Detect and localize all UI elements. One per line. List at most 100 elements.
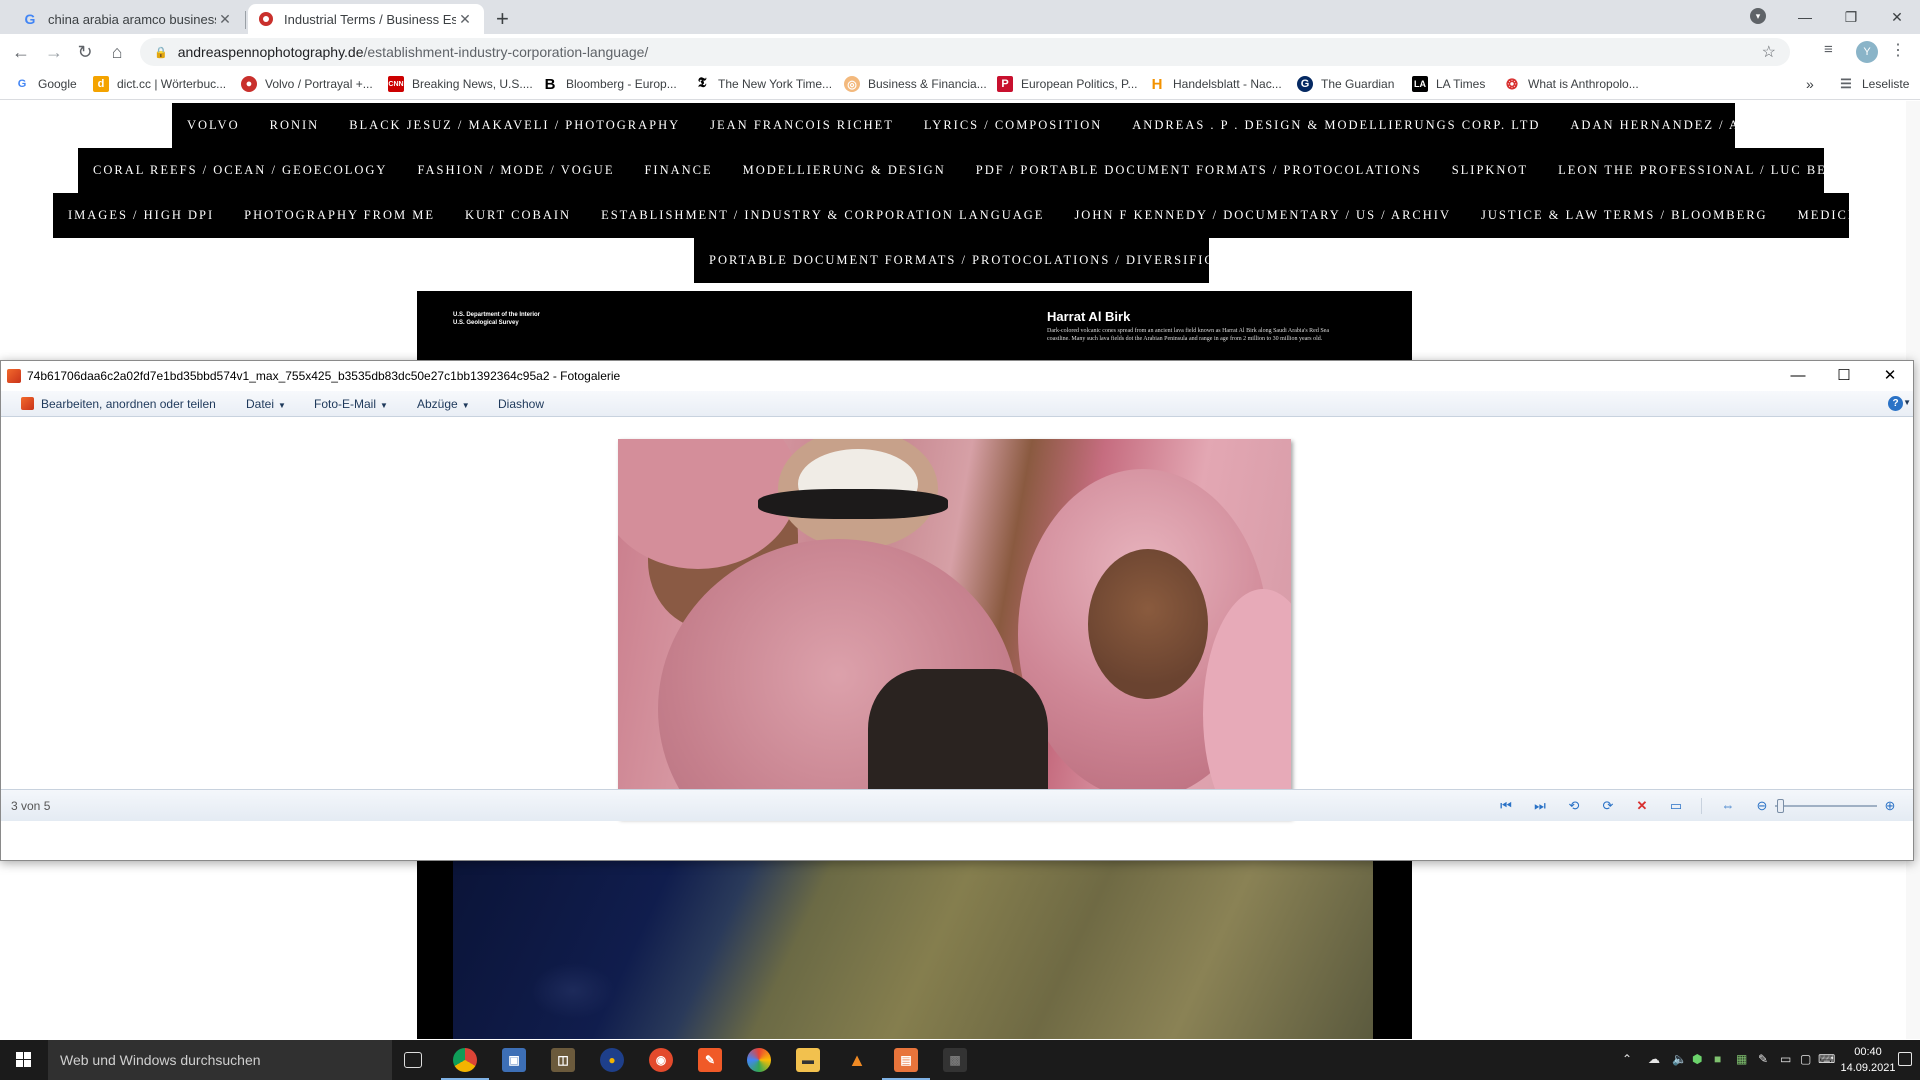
bookmarks-overflow-button[interactable]: »: [1806, 76, 1814, 92]
taskbar-clock[interactable]: 00:40 14.09.2021: [1840, 1044, 1896, 1076]
network-drive-icon[interactable]: ☁: [1648, 1052, 1660, 1066]
notification-icon[interactable]: [1898, 1052, 1912, 1066]
pdf-reader-icon[interactable]: ✎: [698, 1048, 722, 1072]
bookmark-volvo[interactable]: ● Volvo / Portrayal +...: [241, 76, 373, 92]
rotate-right-icon[interactable]: ⟳: [1599, 797, 1617, 815]
next-icon[interactable]: ⏭: [1531, 797, 1549, 815]
photo-gallery-icon[interactable]: ▤: [882, 1048, 930, 1080]
volume-icon[interactable]: 🔈: [1672, 1052, 1687, 1066]
bookmark-business[interactable]: ◎ Business & Financia...: [844, 76, 987, 92]
home-icon[interactable]: ⌂: [106, 41, 128, 63]
zoom-slider-thumb[interactable]: [1776, 799, 1784, 813]
bookmark-cnn[interactable]: CNN Breaking News, U.S....: [388, 76, 533, 92]
zoom-slider[interactable]: [1775, 805, 1877, 807]
bookmark-guardian[interactable]: G The Guardian: [1297, 76, 1394, 92]
chrome-icon[interactable]: [441, 1048, 489, 1080]
back-icon[interactable]: ←: [10, 41, 32, 63]
shield-icon[interactable]: ⬢: [1692, 1052, 1702, 1066]
reading-list-button[interactable]: ☰ Leseliste: [1838, 76, 1909, 92]
site-nav-item[interactable]: VOLVO: [172, 103, 255, 148]
site-nav-item[interactable]: PORTABLE DOCUMENT FORMATS / PROTOCOLATIO…: [694, 238, 1277, 283]
site-nav-item[interactable]: LYRICS / COMPOSITION: [909, 103, 1117, 148]
nvidia-icon[interactable]: ■: [1714, 1052, 1721, 1066]
site-nav-item[interactable]: MODELLIERUNG & DESIGN: [728, 148, 961, 193]
minimize-icon[interactable]: —: [1782, 3, 1828, 31]
windows-start-icon[interactable]: [0, 1040, 48, 1080]
bookmark-latimes[interactable]: LA LA Times: [1412, 76, 1485, 92]
bookmark-bloomberg[interactable]: B Bloomberg - Europ...: [542, 76, 677, 93]
pen-icon[interactable]: ✎: [1758, 1052, 1768, 1066]
tab-search-icon[interactable]: ▾: [1750, 8, 1766, 24]
slideshow-icon[interactable]: ▭: [1667, 797, 1685, 815]
address-bar[interactable]: 🔒 andreaspennophotography.de/establishme…: [140, 38, 1790, 66]
site-nav-item[interactable]: FINANCE: [629, 148, 727, 193]
menu-dots-icon[interactable]: ⋮: [1890, 40, 1906, 60]
maximize-icon[interactable]: ☐: [1821, 361, 1867, 391]
avatar[interactable]: Y: [1856, 41, 1878, 63]
menu-edit[interactable]: Bearbeiten, anordnen oder teilen: [41, 397, 216, 411]
close-icon[interactable]: ✕: [1867, 361, 1913, 391]
menu-photo-email[interactable]: Foto-E-Mail ▼: [314, 397, 388, 411]
tab-active-site[interactable]: Industrial Terms / Business Establ ✕: [248, 4, 484, 34]
site-nav-item[interactable]: PHOTOGRAPHY FROM ME: [229, 193, 450, 238]
rotate-left-icon[interactable]: ⟲: [1565, 797, 1583, 815]
media-app-icon[interactable]: ◫: [551, 1048, 575, 1072]
site-nav-item[interactable]: JEAN FRANCOIS RICHET: [695, 103, 909, 148]
site-nav-item[interactable]: RONIN: [255, 103, 335, 148]
close-tab-icon[interactable]: ✕: [216, 11, 234, 28]
site-nav-item[interactable]: FASHION / MODE / VOGUE: [402, 148, 629, 193]
site-nav-item[interactable]: PDF / PORTABLE DOCUMENT FORMATS / PROTOC…: [961, 148, 1437, 193]
bookmark-dictcc[interactable]: d dict.cc | Wörterbuc...: [93, 76, 226, 92]
help-icon[interactable]: ?: [1888, 396, 1903, 411]
site-nav-item[interactable]: IMAGES / HIGH DPI: [53, 193, 229, 238]
bookmark-nyt[interactable]: 𝕿 The New York Time...: [694, 76, 832, 92]
power-icon[interactable]: ▭: [1780, 1052, 1791, 1066]
chat-icon[interactable]: ▢: [1800, 1052, 1811, 1066]
zoom-out-icon[interactable]: ⊖: [1753, 797, 1771, 815]
minimize-icon[interactable]: —: [1775, 361, 1821, 391]
fit-to-window-icon[interactable]: ⇔: [1719, 797, 1737, 815]
close-tab-icon[interactable]: ✕: [456, 11, 474, 28]
photo-viewer-icon[interactable]: ▣: [502, 1048, 526, 1072]
app-icon[interactable]: ▩: [943, 1048, 967, 1072]
delete-icon[interactable]: ✕: [1633, 797, 1651, 815]
bookmark-google[interactable]: G Google: [14, 76, 77, 92]
media-controls-icon[interactable]: ≡: [1824, 41, 1833, 58]
site-nav-item[interactable]: ANDREAS . P . DESIGN & MODELLIERUNGS COR…: [1117, 103, 1555, 148]
taskbar-search-box[interactable]: Web und Windows durchsuchen: [48, 1040, 392, 1080]
menu-file[interactable]: Datei ▼: [246, 397, 286, 411]
restore-icon[interactable]: ❐: [1828, 3, 1874, 31]
tab-google-search[interactable]: G china arabia aramco business sta ✕: [12, 4, 244, 34]
site-nav-item[interactable]: JUSTICE & LAW TERMS / BLOOMBERG: [1466, 193, 1783, 238]
new-tab-icon[interactable]: +: [496, 6, 509, 32]
keyboard-icon[interactable]: ⌨: [1818, 1052, 1835, 1066]
picasa-icon[interactable]: [747, 1048, 771, 1072]
browser-icon[interactable]: ◉: [649, 1048, 673, 1072]
status-icon[interactable]: ▦: [1736, 1052, 1747, 1066]
bookmark-politico[interactable]: P European Politics, P...: [997, 76, 1138, 92]
site-nav-item[interactable]: ADAN HERNANDEZ / AMERICA / WORKS / ARTS: [1555, 103, 1920, 148]
site-nav-item[interactable]: CORAL REEFS / OCEAN / GEOECOLOGY: [78, 148, 402, 193]
site-nav-item[interactable]: KURT COBAIN: [450, 193, 586, 238]
bookmark-handelsblatt[interactable]: H Handelsblatt - Nac...: [1149, 76, 1282, 93]
site-nav-item[interactable]: SLIPKNOT: [1437, 148, 1543, 193]
site-nav-item[interactable]: ESTABLISHMENT / INDUSTRY & CORPORATION L…: [586, 193, 1059, 238]
forward-icon[interactable]: →: [43, 41, 65, 63]
chevron-down-icon[interactable]: ▼: [1903, 398, 1911, 407]
app-icon[interactable]: ●: [600, 1048, 624, 1072]
close-window-icon[interactable]: ✕: [1874, 3, 1920, 31]
reload-icon[interactable]: ↻: [74, 41, 96, 63]
menu-slideshow[interactable]: Diashow: [498, 397, 544, 411]
vlc-icon[interactable]: ▲: [845, 1048, 869, 1072]
site-nav-item[interactable]: MEDICINE: [1783, 193, 1890, 238]
site-nav-item[interactable]: BLACK JESUZ / MAKAVELI / PHOTOGRAPHY: [334, 103, 695, 148]
site-nav-item[interactable]: LEON THE PROFESSIONAL / LUC BESSON / THE…: [1543, 148, 1920, 193]
bookmark-anthropology[interactable]: ❂ What is Anthropolo...: [1504, 76, 1639, 92]
zoom-in-icon[interactable]: ⊕: [1881, 797, 1899, 815]
menu-prints[interactable]: Abzüge ▼: [417, 397, 470, 411]
site-nav-item[interactable]: JOHN F KENNEDY / DOCUMENTARY / US / ARCH…: [1059, 193, 1466, 238]
previous-icon[interactable]: ⏮: [1497, 797, 1515, 815]
bookmark-star-icon[interactable]: ☆: [1762, 42, 1776, 62]
tray-chevron-icon[interactable]: ⌃: [1622, 1052, 1632, 1066]
task-view-icon[interactable]: [404, 1052, 422, 1068]
